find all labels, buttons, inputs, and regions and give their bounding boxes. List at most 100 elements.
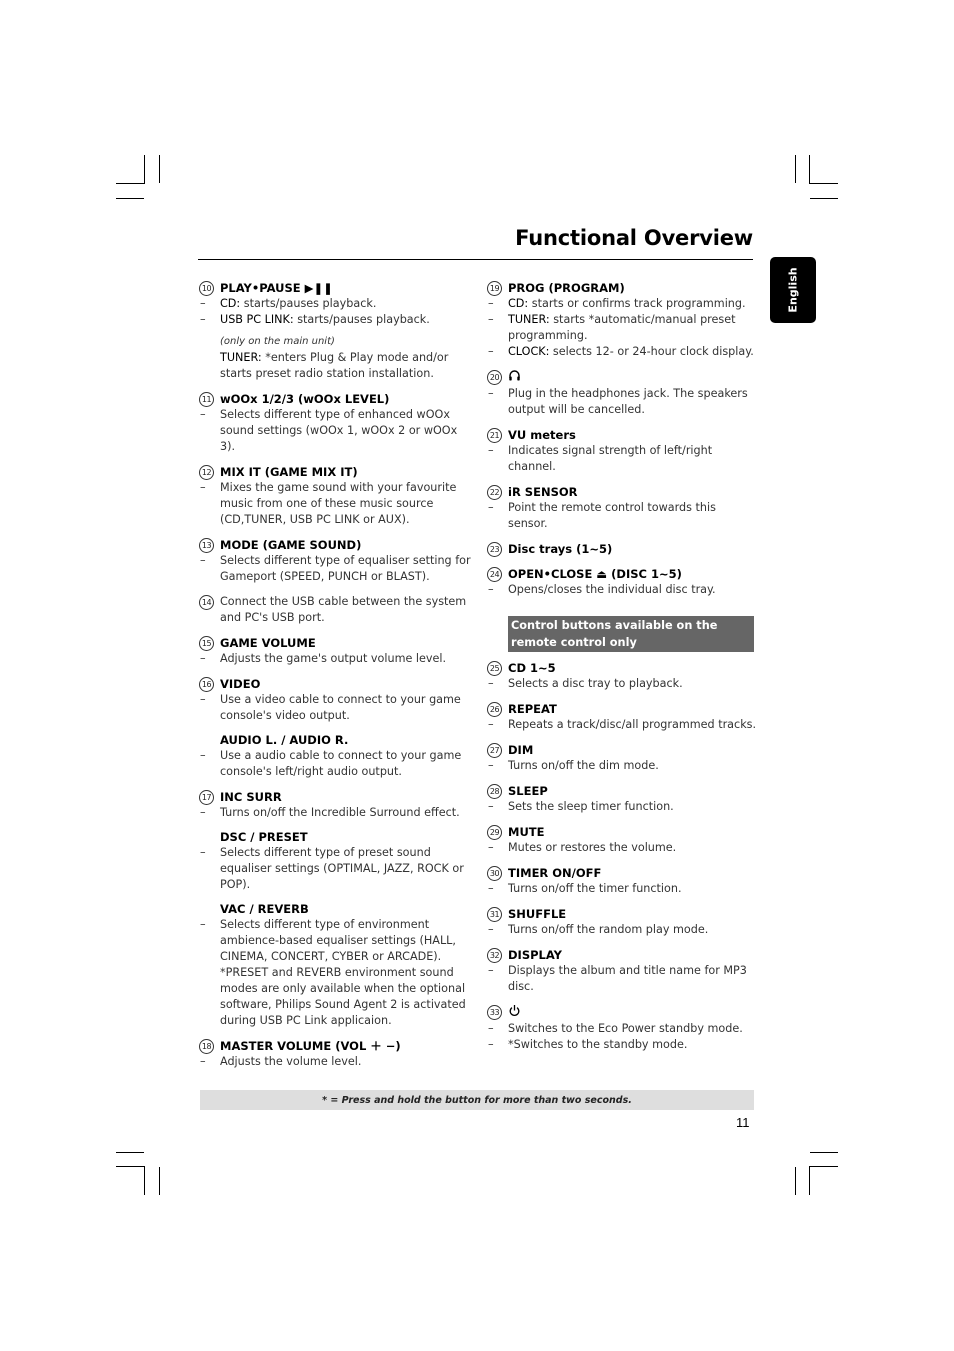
description-text: Opens/closes the individual disc tray. xyxy=(508,583,716,596)
description-line: – Adjusts the volume level. xyxy=(199,1054,471,1070)
item-heading: 23 Disc trays (1~5) xyxy=(487,541,757,557)
crop-mark-bottom-right-v2 xyxy=(795,1167,796,1195)
item-number-badge: 23 xyxy=(487,542,502,557)
item-number-badge: 25 xyxy=(487,661,502,676)
item-title: SHUFFLE xyxy=(508,907,567,921)
bullet-dash: – xyxy=(488,923,494,936)
left-column: 10 PLAY•PAUSE ▶❚❚ – CD: starts/pauses playb… xyxy=(199,280,471,1079)
footnote-bar: * = Press and hold the button for more t… xyxy=(200,1090,754,1110)
crop-mark-top-left-v2 xyxy=(159,155,160,183)
description-text: Switches to the Eco Power standby mode. xyxy=(508,1022,743,1035)
bullet-dash: – xyxy=(488,297,494,310)
item-title: iR SENSOR xyxy=(508,485,578,499)
description-text: *PRESET and REVERB environment sound mod… xyxy=(220,966,466,1027)
crop-mark-top-right-h xyxy=(809,183,838,184)
bullet-dash: – xyxy=(488,1038,494,1051)
description-text: Use a audio cable to connect to your gam… xyxy=(220,749,462,778)
item-29: 29 MUTE – Mutes or restores the volume. xyxy=(487,824,757,856)
item-heading: 11 wOOx 1/2/3 (wOOx LEVEL) xyxy=(199,391,471,407)
item-title: MASTER VOLUME (VOL ＋ −) xyxy=(220,1039,401,1053)
item-title: GAME VOLUME xyxy=(220,636,316,650)
description-text: Turns on/off the random play mode. xyxy=(508,923,709,936)
description-line: – Selects different type of environment a… xyxy=(199,917,471,965)
bullet-dash: – xyxy=(200,693,206,706)
description-text: starts or confirms track programming. xyxy=(528,297,746,310)
description-line: – Switches to the Eco Power standby mode. xyxy=(487,1021,757,1037)
description-text: Point the remote control towards this se… xyxy=(508,501,716,530)
item-heading: 15 GAME VOLUME xyxy=(199,635,471,651)
item-18: 18 MASTER VOLUME (VOL ＋ −) – Adjusts the vo… xyxy=(199,1038,471,1070)
description-text: Adjusts the volume level. xyxy=(220,1055,362,1068)
item-number-badge: 16 xyxy=(199,677,214,692)
headphones-icon xyxy=(508,369,521,386)
bullet-dash: – xyxy=(200,749,206,762)
item-heading: 10 PLAY•PAUSE ▶❚❚ xyxy=(199,280,471,296)
item-25: 25 CD 1~5 – Selects a disc tray to playback… xyxy=(487,660,757,692)
item-heading: 29 MUTE xyxy=(487,824,757,840)
description-line: – TUNER: starts *automatic/manual preset … xyxy=(487,312,757,344)
bullet-dash: – xyxy=(488,841,494,854)
description-text: starts/pauses playback. xyxy=(240,297,377,310)
item-heading: 33 xyxy=(487,1004,757,1021)
item-15: 15 GAME VOLUME – Adjusts the game's output … xyxy=(199,635,471,667)
item-16: 16 VIDEO – Use a video cable to connect to … xyxy=(199,676,471,780)
subsection-title: VAC / REVERB xyxy=(220,902,309,916)
item-number-badge: 17 xyxy=(199,790,214,805)
item-17: 17 INC SURR – Turns on/off the Incredible S… xyxy=(199,789,471,1029)
bullet-dash: – xyxy=(488,964,494,977)
language-tab-label: English xyxy=(786,267,800,313)
item-extra: TUNER: *enters Plug & Play mode and/or s… xyxy=(199,350,471,382)
crop-mark-top-right-v xyxy=(795,155,796,183)
item-title: MIX IT (GAME MIX IT) xyxy=(220,465,358,479)
item-title: DISPLAY xyxy=(508,948,562,962)
item-heading: 12 MIX IT (GAME MIX IT) xyxy=(199,464,471,480)
bullet-dash: – xyxy=(200,554,206,567)
item-heading: 14 Connect the USB cable between the syst… xyxy=(199,594,471,626)
description-text: Turns on/off the Incredible Surround eff… xyxy=(220,806,460,819)
power-icon xyxy=(508,1004,521,1021)
item-19: 19 PROG (PROGRAM) – CD: starts or confirms … xyxy=(487,280,757,360)
crop-mark-top-right-h2 xyxy=(810,198,838,199)
bullet-dash: – xyxy=(488,1022,494,1035)
description-text: Selects a disc tray to playback. xyxy=(508,677,683,690)
crop-mark-top-left-h2 xyxy=(116,198,144,199)
item-26: 26 REPEAT – Repeats a track/disc/all progra… xyxy=(487,701,757,733)
item-title: PLAY•PAUSE ▶❚❚ xyxy=(220,281,333,295)
bullet-dash: – xyxy=(488,882,494,895)
main-unit-controls: 19 PROG (PROGRAM) – CD: starts or confirms … xyxy=(487,280,757,598)
item-title: CD 1~5 xyxy=(508,661,556,675)
crop-mark-bottom-right-v xyxy=(809,1166,810,1195)
item-heading: 18 MASTER VOLUME (VOL ＋ −) xyxy=(199,1038,471,1054)
item-title: OPEN•CLOSE ⏏ (DISC 1~5) xyxy=(508,567,682,581)
item-heading: 24 OPEN•CLOSE ⏏ (DISC 1~5) xyxy=(487,566,757,582)
item-title: MUTE xyxy=(508,825,545,839)
item-heading: 20 xyxy=(487,369,757,386)
remote-controls: 25 CD 1~5 – Selects a disc tray to playback… xyxy=(487,660,757,1053)
item-22: 22 iR SENSOR – Point the remote control tow… xyxy=(487,484,757,532)
description-key: TUNER: xyxy=(508,313,550,326)
description-text: Selects different type of environment am… xyxy=(220,918,456,963)
bullet-dash: – xyxy=(488,313,494,326)
description-line: – Sets the sleep timer function. xyxy=(487,799,757,815)
description-text: Sets the sleep timer function. xyxy=(508,800,674,813)
description-line: – Selects different type of enhanced wOOx… xyxy=(199,407,471,455)
description-line: – *Switches to the standby mode. xyxy=(487,1037,757,1053)
description-key: TUNER: xyxy=(220,351,262,364)
description-line: – Adjusts the game's output volume level. xyxy=(199,651,471,667)
item-title: PROG (PROGRAM) xyxy=(508,281,625,295)
crop-mark-top-left-v xyxy=(144,155,145,184)
page-number: 11 xyxy=(736,1115,750,1130)
item-number-badge: 14 xyxy=(199,595,214,610)
description-text: *Switches to the standby mode. xyxy=(508,1038,688,1051)
item-27: 27 DIM – Turns on/off the dim mode. xyxy=(487,742,757,774)
item-heading: 31 SHUFFLE xyxy=(487,906,757,922)
item-title: SLEEP xyxy=(508,784,548,798)
description-line: – CD: starts or confirms track programmin… xyxy=(487,296,757,312)
item-title: INC SURR xyxy=(220,790,282,804)
description-line: – Mixes the game sound with your favourit… xyxy=(199,480,471,528)
bullet-dash: – xyxy=(488,718,494,731)
item-number-badge: 22 xyxy=(487,485,502,500)
bullet-dash: – xyxy=(200,806,206,819)
item-number-badge: 21 xyxy=(487,428,502,443)
description-line: – Turns on/off the random play mode. xyxy=(487,922,757,938)
